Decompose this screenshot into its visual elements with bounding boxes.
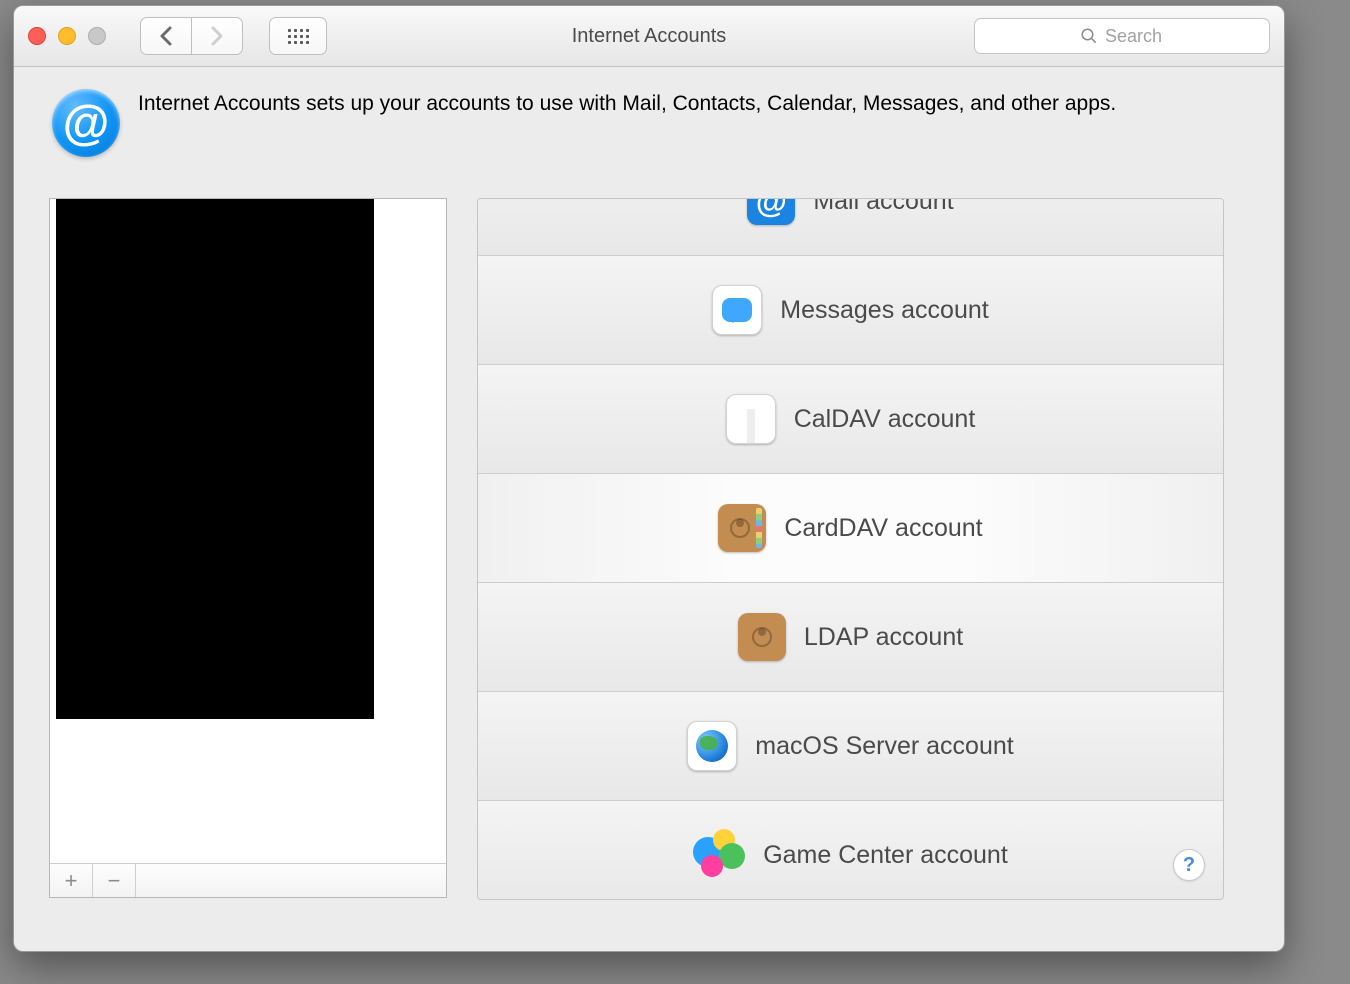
server-icon: [687, 721, 737, 771]
chevron-right-icon: [210, 26, 224, 46]
content-area: + − @ Mail account Messages account: [49, 198, 1224, 911]
accounts-list-pane: + −: [49, 198, 447, 898]
accounts-list[interactable]: [50, 199, 446, 864]
zoom-button[interactable]: [88, 27, 106, 45]
providers-scroll[interactable]: @ Mail account Messages account CalDAV a…: [478, 198, 1223, 900]
intro-text: Internet Accounts sets up your accounts …: [138, 89, 1116, 118]
help-button[interactable]: ?: [1173, 849, 1205, 881]
forward-button[interactable]: [192, 17, 243, 55]
chevron-left-icon: [159, 26, 173, 46]
redacted-accounts: [56, 199, 374, 719]
provider-carddav[interactable]: CardDAV account: [478, 474, 1223, 583]
provider-label: LDAP account: [804, 623, 963, 652]
game-center-icon: [693, 829, 745, 881]
back-button[interactable]: [140, 17, 192, 55]
provider-label: Mail account: [813, 198, 953, 216]
at-icon: @: [52, 89, 120, 157]
provider-game-center[interactable]: Game Center account: [478, 801, 1223, 900]
minimize-button[interactable]: [58, 27, 76, 45]
remove-account-button[interactable]: −: [93, 864, 136, 897]
contacts-icon: [718, 504, 766, 552]
provider-label: Messages account: [780, 296, 988, 325]
traffic-lights: [14, 27, 106, 45]
providers-pane: @ Mail account Messages account CalDAV a…: [477, 198, 1224, 900]
accounts-pane-footer: + −: [50, 863, 446, 897]
provider-ldap[interactable]: LDAP account: [478, 583, 1223, 692]
add-account-button[interactable]: +: [50, 864, 93, 897]
provider-macos-server[interactable]: macOS Server account: [478, 692, 1223, 801]
mail-icon: @: [747, 198, 795, 225]
calendar-icon: [726, 394, 776, 444]
close-button[interactable]: [28, 27, 46, 45]
internet-accounts-window: Internet Accounts @ Internet Accounts se…: [13, 5, 1285, 952]
provider-messages[interactable]: Messages account: [478, 256, 1223, 365]
provider-label: CalDAV account: [794, 405, 976, 434]
provider-label: CardDAV account: [784, 514, 982, 543]
provider-label: macOS Server account: [755, 732, 1013, 761]
show-all-button[interactable]: [269, 17, 327, 55]
search-input[interactable]: [974, 18, 1270, 54]
intro-section: @ Internet Accounts sets up your account…: [14, 67, 1284, 171]
provider-label: Game Center account: [763, 841, 1008, 870]
provider-caldav[interactable]: CalDAV account: [478, 365, 1223, 474]
messages-icon: [712, 285, 762, 335]
ldap-icon: [738, 613, 786, 661]
grid-icon: [288, 29, 309, 44]
nav-buttons: [140, 17, 243, 55]
search-field-wrap: [974, 18, 1270, 54]
titlebar: Internet Accounts: [14, 6, 1284, 67]
provider-mail[interactable]: @ Mail account: [478, 198, 1223, 256]
